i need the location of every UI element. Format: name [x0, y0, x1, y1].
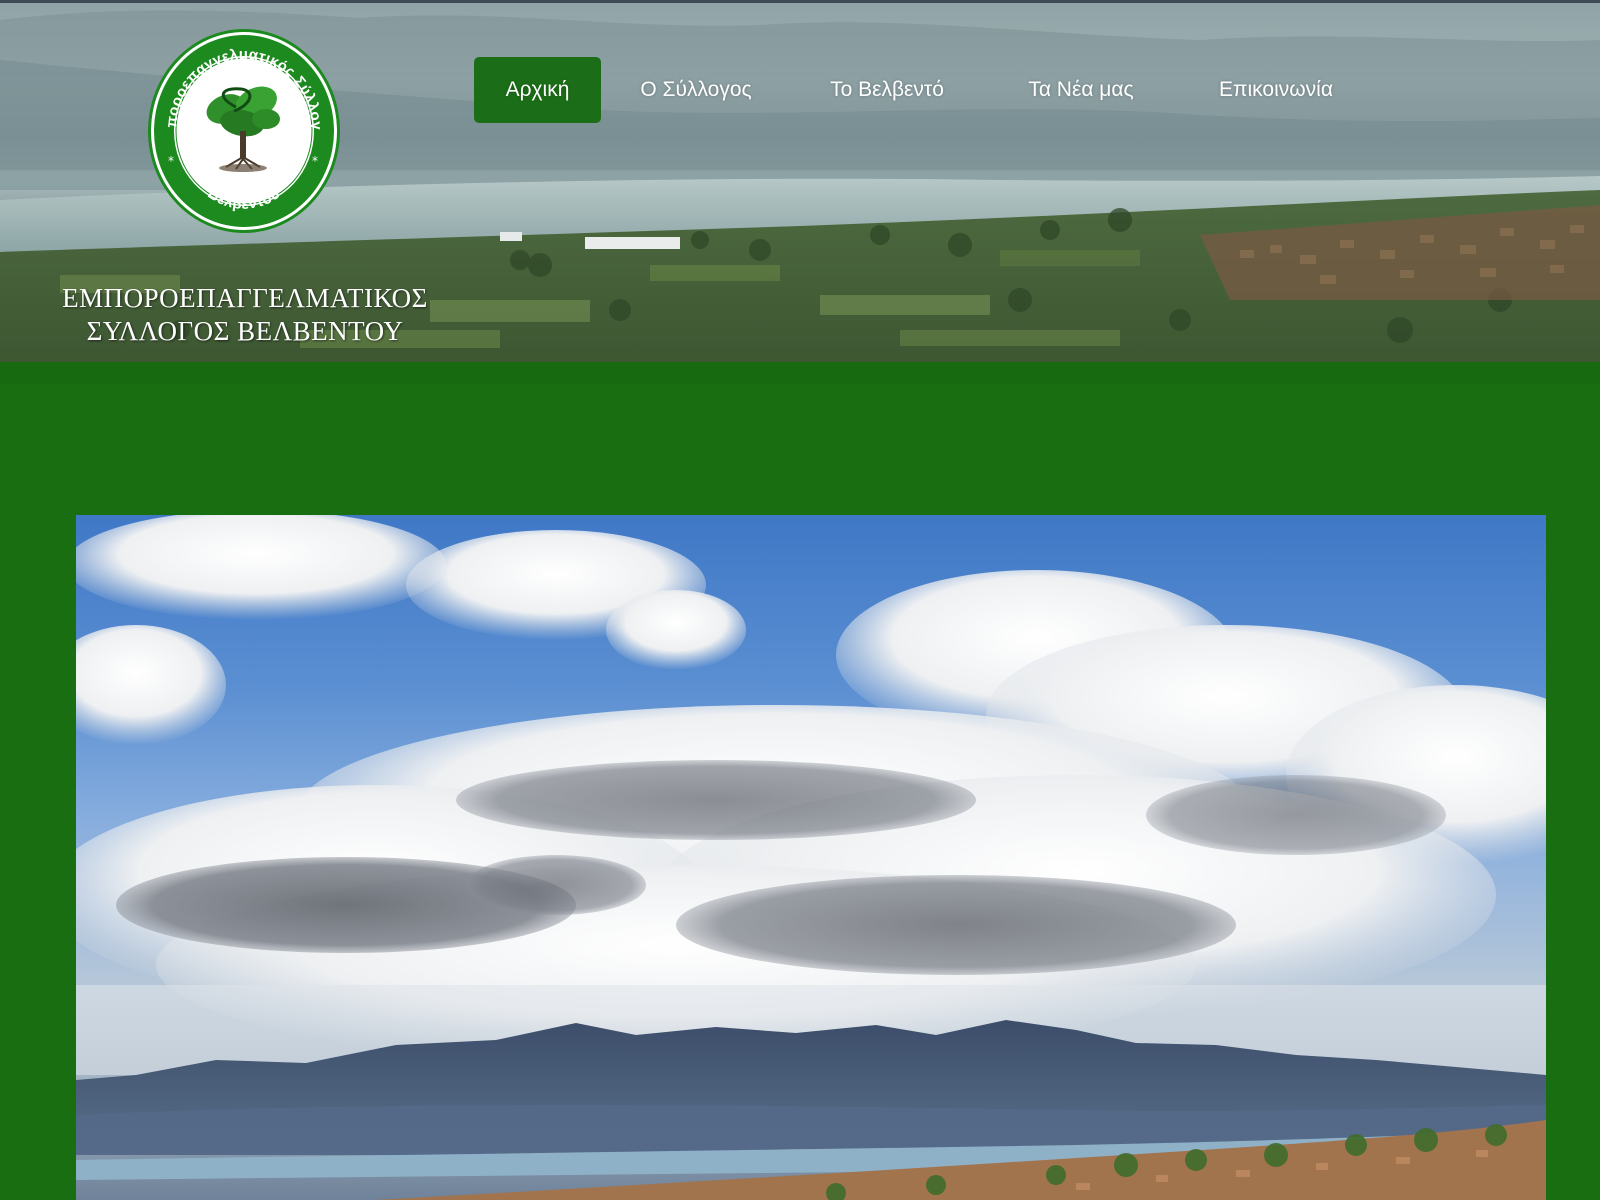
main-navigation: Αρχική Ο Σύλλογος Το Βελβεντό Τα Νέα μας…	[474, 57, 1373, 123]
svg-text:Εμποροεπαγγελματικός Σύλλογος: Εμποροεπαγγελματικός Σύλλογος	[146, 27, 325, 131]
top-edge-line	[0, 0, 1600, 3]
site-header: * * Εμποροεπαγγελματικός Σύλλογος Βελβεν…	[0, 0, 1600, 362]
organization-name-line1: ΕΜΠΟΡΟΕΠΑΓΓΕΛΜΑΤΙΚΟΣ	[62, 283, 428, 313]
svg-text:Βελβεντού: Βελβεντού	[205, 185, 284, 213]
header-divider-band	[0, 362, 1600, 384]
nav-item-news[interactable]: Τα Νέα μας	[983, 57, 1179, 123]
hero-image	[76, 515, 1546, 1200]
seal-text-bottom: Βελβεντού	[205, 185, 283, 213]
nav-item-home[interactable]: Αρχική	[474, 57, 601, 123]
organization-name-line2: ΣΥΛΛΟΓΟΣ ΒΕΛΒΕΝΤΟΥ	[86, 316, 404, 346]
logo[interactable]: * * Εμποροεπαγγελματικός Σύλλογος Βελβεν…	[146, 27, 342, 235]
nav-item-velvento[interactable]: Το Βελβεντό	[791, 57, 983, 123]
seal-text: Εμποροεπαγγελματικός Σύλλογος Βελβεντού	[146, 27, 325, 213]
nav-item-contact[interactable]: Επικοινωνία	[1179, 57, 1373, 123]
hero-landscape-photo	[76, 515, 1546, 1200]
nav-item-association[interactable]: Ο Σύλλογος	[601, 57, 791, 123]
seal-text-top: Εμποροεπαγγελματικός Σύλλογος	[146, 27, 325, 131]
organization-name[interactable]: ΕΜΠΟΡΟΕΠΑΓΓΕΛΜΑΤΙΚΟΣ ΣΥΛΛΟΓΟΣ ΒΕΛΒΕΝΤΟΥ	[60, 282, 430, 348]
